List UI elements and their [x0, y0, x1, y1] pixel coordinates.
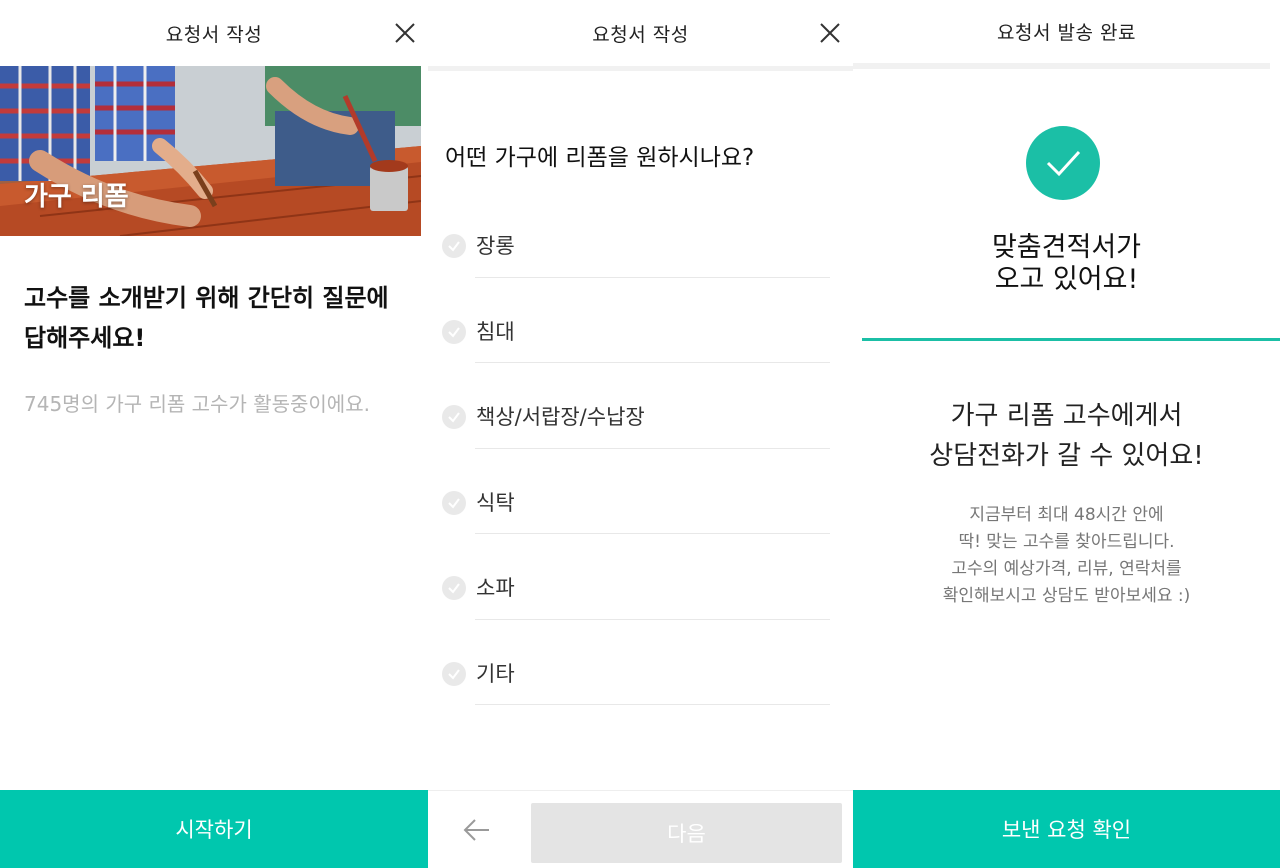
intro-line: 답해주세요!: [24, 324, 146, 352]
description-line: 딱! 맞는 고수를 찾아드립니다.: [958, 532, 1175, 552]
question-title: 어떤 가구에 리폼을 원하시나요?: [445, 145, 755, 171]
start-button[interactable]: 시작하기: [0, 790, 428, 868]
hero-image: 가구 리폼: [0, 66, 421, 236]
option-label: 장롱: [476, 234, 515, 258]
next-button[interactable]: 다음: [531, 803, 842, 863]
check-icon: [442, 661, 466, 686]
divider: [475, 533, 830, 534]
close-icon[interactable]: [817, 20, 843, 46]
bottom-bar: 다음: [428, 790, 853, 868]
header: 요청서 작성: [428, 0, 853, 66]
request-sent-screen: 요청서 발송 완료 맞춤견적서가 오고 있어요! 가구 리폼 고수에게서 상담전…: [853, 0, 1280, 868]
close-icon[interactable]: [392, 20, 418, 46]
check-icon: [442, 576, 466, 600]
option-label: 소파: [476, 576, 515, 600]
headline-line: 맞춤견적서가: [991, 232, 1142, 263]
progress-track: [428, 66, 853, 71]
divider: [475, 704, 830, 705]
subheading-line: 가구 리폼 고수에게서: [950, 401, 1183, 431]
option-wardrobe[interactable]: 장롱: [442, 206, 830, 292]
check-circle-icon: [1026, 126, 1100, 200]
option-sofa[interactable]: 소파: [442, 548, 830, 634]
intro-line: 고수를 소개받기 위해 간단히 질문에: [24, 284, 389, 312]
description: 지금부터 최대 48시간 안에 딱! 맞는 고수를 찾아드립니다. 고수의 예상…: [853, 502, 1280, 610]
option-label: 침대: [476, 319, 515, 344]
option-bed[interactable]: 침대: [442, 292, 830, 378]
header: 요청서 발송 완료: [853, 0, 1280, 62]
intro-heading: 고수를 소개받기 위해 간단히 질문에 답해주세요!: [24, 278, 414, 358]
divider: [862, 338, 1280, 341]
option-other[interactable]: 기타: [442, 634, 830, 720]
header-title: 요청서 작성: [165, 23, 263, 46]
divider: [475, 276, 830, 278]
check-icon: [442, 234, 466, 258]
header-title: 요청서 작성: [592, 23, 689, 46]
description-line: 고수의 예상가격, 리뷰, 연락처를: [951, 559, 1182, 579]
option-list: 장롱 침대 책상/서랍장/수납장 식탁 소파 기타: [442, 206, 830, 719]
subheading-line: 상담전화가 갈 수 있어요!: [929, 441, 1204, 471]
option-label: 책상/서랍장/수납장: [476, 405, 645, 429]
description-line: 지금부터 최대 48시간 안에: [969, 505, 1164, 525]
check-icon: [442, 319, 466, 344]
progress-track: [853, 63, 1270, 69]
arrow-left-icon[interactable]: [462, 815, 492, 845]
category-label: 가구 리폼: [24, 182, 129, 212]
header: 요청서 작성: [0, 0, 428, 66]
success-headline: 맞춤견적서가 오고 있어요!: [853, 232, 1280, 296]
headline-line: 오고 있어요!: [994, 264, 1139, 295]
view-sent-requests-button[interactable]: 보낸 요청 확인: [853, 790, 1280, 868]
check-icon: [442, 405, 466, 429]
check-icon: [442, 490, 466, 515]
expert-count-text: 745명의 가구 리폼 고수가 활동중이에요.: [24, 392, 370, 416]
divider: [475, 618, 830, 620]
furniture-type-question-screen: 요청서 작성 어떤 가구에 리폼을 원하시나요? 장롱 침대 책상/서랍장/수납…: [428, 0, 853, 868]
description-line: 확인해보시고 상담도 받아보세요 :): [942, 586, 1191, 606]
option-dining-table[interactable]: 식탁: [442, 463, 830, 549]
header-title: 요청서 발송 완료: [997, 21, 1136, 44]
request-intro-screen: 요청서 작성 가구 리폼 고수를 소개받기 위해 간단히 질문에 답해주세요! …: [0, 0, 428, 868]
option-desk-drawer-storage[interactable]: 책상/서랍장/수납장: [442, 377, 830, 463]
subheading: 가구 리폼 고수에게서 상담전화가 갈 수 있어요!: [853, 396, 1280, 476]
divider: [475, 362, 830, 363]
option-label: 기타: [476, 661, 515, 686]
option-label: 식탁: [476, 490, 515, 515]
divider: [475, 447, 830, 449]
